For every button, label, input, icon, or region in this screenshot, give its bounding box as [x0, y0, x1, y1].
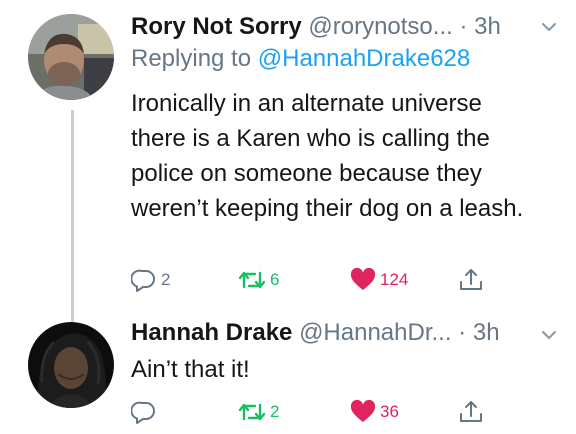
heart-icon — [350, 267, 376, 290]
speech-bubble-icon — [131, 401, 155, 424]
like-count: 36 — [380, 402, 399, 421]
tweet-header: Hannah Drake @HannahDr... · 3h — [131, 318, 500, 348]
timestamp[interactable]: 3h — [474, 13, 501, 40]
retweet-arrows-icon — [238, 271, 266, 289]
reply-button[interactable] — [131, 398, 157, 426]
display-name[interactable]: Hannah Drake — [131, 319, 292, 346]
share-button[interactable] — [458, 266, 484, 294]
share-upload-icon — [460, 401, 482, 422]
chevron-down-icon[interactable] — [540, 326, 558, 349]
reply-count: 2 — [161, 270, 171, 289]
mention-link[interactable]: @HannahDrake628 — [258, 45, 471, 72]
tweet-text: Ironically in an alternate universe ther… — [131, 90, 524, 222]
chevron-down-icon[interactable] — [540, 18, 558, 41]
share-upload-icon — [460, 269, 482, 290]
like-count: 124 — [380, 270, 409, 289]
retweet-count: 6 — [270, 270, 280, 289]
retweet-button[interactable]: 2 — [238, 398, 279, 426]
tweet-rory[interactable]: Rory Not Sorry @rorynotso... · 3h Replyi… — [0, 0, 576, 310]
share-button[interactable] — [458, 398, 484, 426]
timestamp[interactable]: 3h — [473, 319, 500, 346]
retweet-count: 2 — [270, 402, 280, 421]
separator-dot: · — [459, 13, 468, 40]
tweet-hannah[interactable]: Hannah Drake @HannahDr... · 3h Ain’t tha… — [0, 310, 576, 434]
avatar[interactable] — [28, 322, 114, 408]
replying-to: Replying to @HannahDrake628 — [131, 44, 470, 74]
user-handle[interactable]: @rorynotso... — [308, 13, 452, 40]
display-name[interactable]: Rory Not Sorry — [131, 13, 302, 40]
tweet-actions: 2 36 — [131, 398, 491, 426]
speech-bubble-icon — [131, 269, 155, 292]
like-button[interactable]: 36 — [350, 398, 399, 426]
tweet-text: Ain’t that it! — [131, 356, 250, 383]
retweet-arrows-icon — [238, 403, 266, 421]
heart-icon — [350, 399, 376, 422]
separator-dot: · — [458, 319, 467, 346]
user-handle[interactable]: @HannahDr... — [299, 319, 451, 346]
replying-to-label: Replying to — [131, 45, 252, 72]
tweet-header: Rory Not Sorry @rorynotso... · 3h — [131, 12, 501, 42]
tweet-actions: 2 6 124 — [131, 266, 491, 294]
avatar-photo-rory — [28, 14, 114, 100]
avatar-photo-hannah — [28, 322, 114, 408]
reply-button[interactable]: 2 — [131, 266, 170, 294]
avatar[interactable] — [28, 14, 114, 100]
retweet-button[interactable]: 6 — [238, 266, 279, 294]
like-button[interactable]: 124 — [350, 266, 408, 294]
